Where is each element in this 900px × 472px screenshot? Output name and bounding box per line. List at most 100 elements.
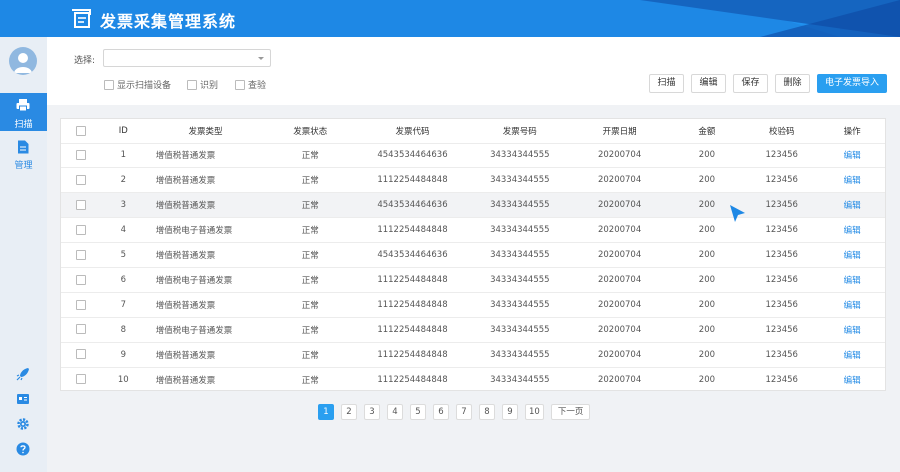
page-button[interactable]: 2 [341,404,357,420]
cell-amount: 200 [669,341,745,368]
row-checkbox[interactable] [75,299,86,310]
table-row[interactable]: 4 增值税电子普通发票 正常 1112254484848 34334344555 2020… [61,217,885,243]
column-header-action: 操作 [819,119,885,143]
checkbox-box[interactable] [187,79,197,90]
cell-id: 7 [100,291,146,318]
verify-checkbox[interactable]: 查验 [235,78,266,91]
table-row[interactable]: 8 增值税电子普通发票 正常 1112254484848 34334344555 2020… [61,316,885,343]
row-edit-link[interactable]: 编辑 [844,376,861,386]
row-checkbox[interactable] [75,324,86,335]
page-button[interactable]: 10 [525,404,544,420]
page-button[interactable]: 5 [410,404,426,420]
cell-code: 4543534464636 [355,192,470,218]
cell-id: 6 [100,266,146,293]
sidebar-item-scan[interactable]: 扫描 [0,93,47,131]
cell-type: 增值税普通发票 [145,291,266,318]
row-select-cell[interactable] [61,217,101,243]
table-row[interactable]: 6 增值税电子普通发票 正常 1112254484848 34334344555 2020… [61,266,885,293]
checkbox-box[interactable] [104,79,114,90]
rocket-icon[interactable] [16,367,30,381]
table-row[interactable]: 3 增值税普通发票 正常 4543534464636 34334344555 202007… [61,192,885,218]
row-edit-link[interactable]: 编辑 [844,176,861,186]
row-edit-link[interactable]: 编辑 [844,151,861,161]
page-button[interactable]: 9 [502,404,518,420]
id-card-icon[interactable] [16,392,30,406]
cell-status: 正常 [265,316,356,343]
row-select-cell[interactable] [61,291,101,318]
page-button[interactable]: 7 [456,404,472,420]
cell-action: 编辑 [819,266,885,293]
select-all-cell[interactable] [61,119,101,143]
row-checkbox[interactable] [75,374,86,385]
table-row[interactable]: 5 增值税普通发票 正常 4543534464636 34334344555 202007… [61,242,885,268]
table-row[interactable]: 7 增值税普通发票 正常 1112254484848 34334344555 202007… [61,291,885,318]
row-select-cell[interactable] [61,167,101,193]
row-checkbox[interactable] [75,224,86,235]
table-row[interactable]: 1 增值税普通发票 正常 4543534464636 34334344555 202007… [61,142,885,168]
save-button[interactable]: 保存 [733,74,768,93]
edit-button[interactable]: 编辑 [691,74,726,93]
cell-date: 20200704 [569,142,670,168]
row-select-cell[interactable] [61,366,101,392]
row-checkbox[interactable] [75,150,86,161]
cell-id: 2 [100,167,146,193]
row-edit-link[interactable]: 编辑 [844,251,861,261]
import-e-invoice-button[interactable]: 电子发票导入 [817,74,887,93]
scan-button[interactable]: 扫描 [649,74,684,93]
next-page-button[interactable]: 下一页 [550,404,591,420]
row-select-cell[interactable] [61,266,101,293]
row-select-cell[interactable] [61,142,101,168]
chevron-down-icon [258,57,264,60]
sidebar-item-manage[interactable]: 管理 [0,137,47,175]
row-checkbox[interactable] [75,349,86,360]
row-select-cell[interactable] [61,192,101,218]
recognize-checkbox[interactable]: 识别 [187,78,218,91]
page-button[interactable]: 1 [318,404,334,420]
row-checkbox[interactable] [75,175,86,186]
cell-id: 4 [100,217,146,243]
row-select-cell[interactable] [61,316,101,343]
invoice-table: ID 发票类型 发票状态 发票代码 发票号码 开票日期 金额 校验码 操作 1增… [60,118,886,392]
device-select[interactable] [103,49,271,67]
checkbox-label: 查验 [248,81,267,91]
row-edit-link[interactable]: 编辑 [844,201,861,211]
gear-icon[interactable] [16,417,30,431]
user-avatar[interactable] [9,47,37,75]
row-edit-link[interactable]: 编辑 [844,301,861,311]
pagination: 1 2 3 4 5 6 7 8 9 10 下一页 [318,404,597,420]
cell-action: 编辑 [819,242,885,268]
cell-id: 10 [100,366,146,392]
row-edit-link[interactable]: 编辑 [844,326,861,336]
cell-status: 正常 [265,217,356,243]
select-all-checkbox[interactable] [75,125,86,136]
cell-amount: 200 [669,266,745,293]
show-scan-device-checkbox[interactable]: 显示扫描设备 [104,78,171,91]
cell-type: 增值税普通发票 [145,341,266,368]
table-row[interactable]: 9 增值税普通发票 正常 1112254484848 34334344555 202007… [61,341,885,368]
row-checkbox[interactable] [75,199,86,210]
row-select-cell[interactable] [61,242,101,268]
cell-date: 20200704 [569,366,670,392]
page-button[interactable]: 3 [364,404,380,420]
cell-amount: 200 [669,242,745,268]
cell-check-code: 123456 [744,192,820,218]
cell-type: 增值税普通发票 [145,142,266,168]
page-button[interactable]: 8 [479,404,495,420]
cell-status: 正常 [265,366,356,392]
cell-status: 正常 [265,192,356,218]
row-select-cell[interactable] [61,341,101,368]
row-checkbox[interactable] [75,249,86,260]
row-checkbox[interactable] [75,274,86,285]
help-icon[interactable] [16,442,30,456]
cell-action: 编辑 [819,366,885,392]
cell-check-code: 123456 [744,266,820,293]
table-row[interactable]: 2 增值税普通发票 正常 1112254484848 34334344555 202007… [61,167,885,193]
row-edit-link[interactable]: 编辑 [844,226,861,236]
checkbox-box[interactable] [235,79,245,90]
delete-button[interactable]: 删除 [775,74,810,93]
table-row[interactable]: 10 增值税普通发票 正常 1112254484848 34334344555 20200… [61,366,885,392]
page-button[interactable]: 4 [387,404,403,420]
row-edit-link[interactable]: 编辑 [844,351,861,361]
row-edit-link[interactable]: 编辑 [844,276,861,286]
page-button[interactable]: 6 [433,404,449,420]
